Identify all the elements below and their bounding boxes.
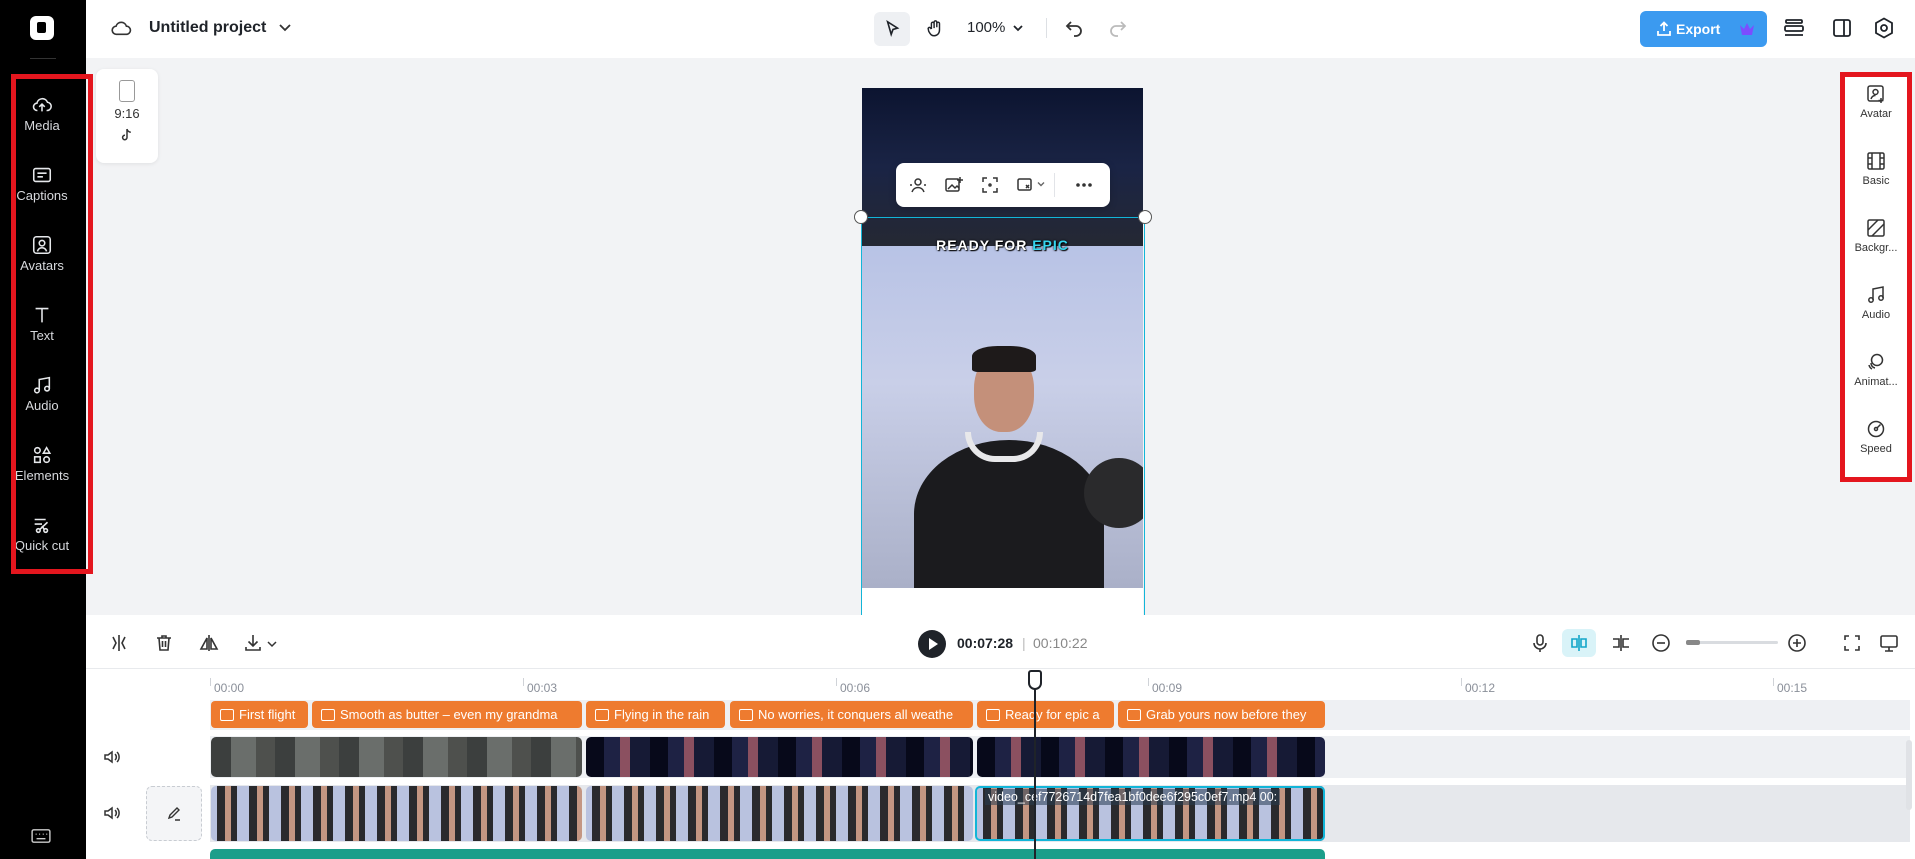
selection-frame[interactable] [854, 210, 1152, 617]
caption-clip[interactable]: Flying in the rain [586, 701, 725, 728]
floating-toolbar [896, 163, 1110, 207]
play-button[interactable] [918, 630, 946, 658]
ruler-label: 00:09 [1152, 681, 1183, 695]
app-logo[interactable] [30, 16, 54, 40]
ruler-label: 00:00 [214, 681, 245, 695]
speaker-icon[interactable] [103, 805, 121, 821]
total-duration: 00:10:22 [1033, 635, 1088, 651]
caption-clip[interactable]: No worries, it conquers all weathe [730, 701, 973, 728]
phone-ratio-icon [119, 80, 135, 102]
video-clip-presenter[interactable] [586, 786, 973, 841]
highlight-box-left [11, 74, 93, 574]
more-options-icon[interactable] [1074, 175, 1094, 195]
tiktok-icon [120, 128, 134, 142]
microphone-icon[interactable] [1529, 632, 1551, 654]
ruler-tick [836, 678, 837, 686]
caption-clip[interactable]: Grab yours now before they [1118, 701, 1325, 728]
ruler-tick [1773, 678, 1774, 686]
clip-filename: video_cef7726714d7fea1bf0dee6f295c0ef7.m… [985, 789, 1281, 805]
edit-cover-button[interactable] [146, 786, 202, 841]
zoom-in-icon[interactable] [1786, 632, 1808, 654]
divider [86, 668, 1915, 669]
ruler-tick [1461, 678, 1462, 686]
divider [1046, 18, 1047, 38]
chevron-down-icon[interactable] [1036, 179, 1046, 189]
divider [30, 58, 56, 59]
fullscreen-icon[interactable] [1841, 632, 1863, 654]
select-tool-button[interactable] [874, 12, 910, 46]
ruler-tick [1148, 678, 1149, 686]
chevron-down-icon[interactable] [278, 22, 292, 34]
resize-handle[interactable] [854, 210, 868, 224]
ruler-label: 00:15 [1777, 681, 1808, 695]
timeline-scrollbar[interactable] [1906, 740, 1912, 810]
project-title[interactable]: Untitled project [149, 19, 266, 37]
layout-panel-icon[interactable] [1830, 16, 1854, 40]
hand-tool-button[interactable] [918, 12, 952, 46]
ruler-label: 00:03 [527, 681, 558, 695]
delete-icon[interactable] [153, 632, 175, 654]
crown-icon [1739, 22, 1755, 36]
zoom-out-icon[interactable] [1650, 632, 1672, 654]
highlight-box-right [1840, 72, 1912, 482]
caption-clip[interactable]: Smooth as butter – even my grandma [312, 701, 582, 728]
redo-icon[interactable] [1106, 16, 1130, 40]
mirror-icon[interactable] [198, 632, 220, 654]
playhead[interactable] [1034, 670, 1036, 859]
playhead-handle[interactable] [1028, 670, 1042, 690]
caption-clip[interactable]: First flight [211, 701, 308, 728]
aspect-ratio-label: 9:16 [114, 106, 140, 121]
timeline-zoom-slider[interactable] [1686, 640, 1778, 645]
preview-monitor-icon[interactable] [1878, 632, 1900, 654]
ruler-label: 00:06 [840, 681, 871, 695]
aspect-ratio-card[interactable]: 9:16 [96, 69, 158, 163]
cloud-save-icon[interactable] [110, 19, 132, 37]
clip-duration-text: 00: [1259, 790, 1278, 804]
audio-waveform-track[interactable] [210, 849, 1325, 859]
video-clip-drone[interactable] [586, 737, 973, 777]
layers-icon[interactable] [1782, 16, 1806, 40]
export-label: Export [1676, 21, 1721, 37]
magnet-snap-toggle[interactable] [1562, 629, 1596, 657]
caption-clip[interactable]: Ready for epic a [977, 701, 1114, 728]
image-add-icon[interactable] [944, 175, 964, 195]
video-clip-presenter[interactable] [211, 786, 582, 841]
split-icon[interactable] [108, 632, 130, 654]
speaker-icon[interactable] [103, 749, 121, 765]
upload-icon [1656, 21, 1672, 37]
crop-icon[interactable] [980, 175, 1000, 195]
ruler-tick [210, 678, 211, 686]
divider [1054, 173, 1055, 197]
clip-filename-text: video_cef7726714d7fea1bf0dee6f295c0ef7.m… [988, 790, 1257, 804]
replace-media-icon[interactable] [1016, 175, 1036, 195]
zoom-level-select[interactable]: 100% [967, 19, 1005, 36]
chevron-down-icon[interactable] [1012, 22, 1024, 34]
video-clip-drone[interactable] [977, 737, 1325, 777]
chevron-down-icon[interactable] [266, 638, 278, 650]
ruler-tick [523, 678, 524, 686]
current-time: 00:07:28 [957, 635, 1014, 651]
time-separator: | [1022, 635, 1026, 651]
remove-background-icon[interactable] [908, 175, 928, 195]
export-button[interactable]: Export [1640, 11, 1767, 47]
undo-icon[interactable] [1062, 16, 1086, 40]
video-clip-drone[interactable] [211, 737, 582, 777]
download-icon[interactable] [242, 632, 264, 654]
keyboard-icon[interactable] [30, 828, 52, 844]
ruler-label: 00:12 [1465, 681, 1496, 695]
settings-icon[interactable] [1872, 16, 1896, 40]
split-link-icon[interactable] [1610, 632, 1632, 654]
resize-handle[interactable] [1138, 210, 1152, 224]
